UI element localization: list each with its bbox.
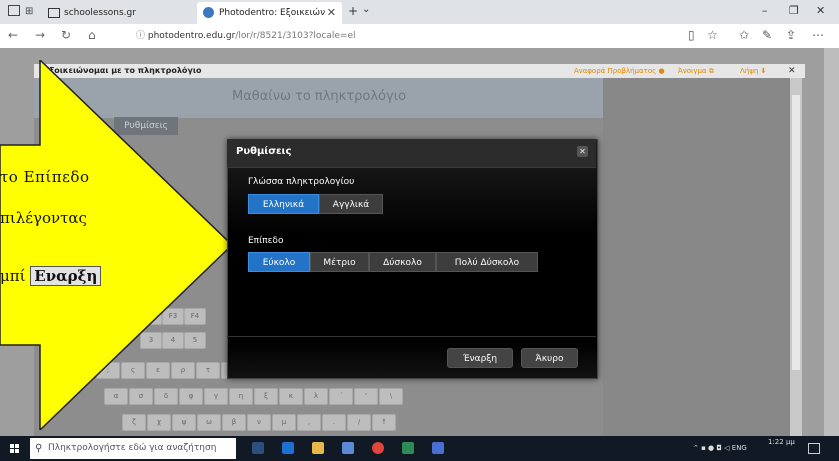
dialog-divider (227, 336, 596, 337)
report-problem-link[interactable]: Αναφορά Προβλήματος ● (574, 64, 665, 78)
download-link[interactable]: Λήψη ⬇ (740, 64, 766, 78)
cancel-button[interactable]: Άκυρο (521, 348, 578, 368)
keyboard-key: ↑ (372, 414, 396, 431)
clock[interactable]: 1:22 μμ (768, 437, 795, 448)
reading-view-icon[interactable]: ▯ (688, 28, 695, 42)
forward-icon[interactable]: → (35, 28, 45, 42)
right-pane (603, 78, 790, 436)
favorites-icon[interactable]: ✩ (739, 28, 749, 42)
keyboard-key: , (297, 414, 321, 431)
new-tab-icon[interactable]: + (348, 4, 358, 18)
chrome-icon[interactable] (372, 442, 384, 454)
level-easy-button[interactable]: Εύκολο (248, 252, 310, 272)
site-favicon-icon (203, 7, 214, 18)
close-app-icon[interactable]: ✕ (788, 64, 796, 78)
tab-photodentro[interactable]: Photodentro: Εξοικειών ✕ (197, 2, 342, 24)
level-very-hard-button[interactable]: Πολύ Δύσκολο (436, 252, 538, 272)
page-icon (48, 8, 60, 18)
url-host: photodentro.edu.gr (147, 31, 236, 41)
report-label: Αναφορά Προβλήματος (574, 67, 657, 75)
chevron-down-icon[interactable]: ⌄ (362, 4, 370, 15)
start-button[interactable]: Έναρξη (447, 348, 513, 368)
callout-highlight: Εναρξη (30, 266, 102, 286)
home-icon[interactable]: ⌂ (88, 28, 96, 42)
store-icon[interactable] (342, 442, 354, 454)
excel-icon[interactable] (402, 442, 414, 454)
language-indicator: ENG (731, 444, 747, 452)
system-tray[interactable]: ⌃ ▪ ● ◘ ◁ ENG (693, 436, 747, 461)
language-greek-button[interactable]: Ελληνικά (248, 194, 319, 214)
back-icon[interactable]: ← (8, 28, 18, 42)
file-explorer-icon[interactable] (312, 442, 324, 454)
close-icon[interactable]: ✕ (577, 146, 588, 157)
tab-schoolessons[interactable]: schoolessons.gr (42, 2, 195, 24)
level-hard-button[interactable]: Δύσκολο (369, 252, 436, 272)
open-label: Άνοιγμα (678, 67, 707, 75)
windows-start-icon[interactable] (10, 444, 20, 454)
share-icon[interactable]: ⇪ (786, 28, 796, 42)
taskbar-search-input[interactable]: ⚲ Πληκτρολογήστε εδώ για αναζήτηση (30, 438, 236, 459)
tab-actions-icon[interactable] (8, 5, 20, 16)
callout-text-line1: το Επίπεδο (0, 168, 90, 186)
notes-icon[interactable]: ✎ (762, 28, 772, 42)
favorite-star-icon[interactable]: ☆ (707, 28, 718, 42)
comment-icon: ● (658, 67, 665, 75)
photos-icon[interactable] (432, 442, 444, 454)
language-english-button[interactable]: Αγγλικά (319, 194, 383, 214)
open-link[interactable]: Άνοιγμα ⧉ (678, 64, 714, 78)
more-icon[interactable]: ⋯ (812, 28, 824, 42)
keyboard-key: / (347, 414, 371, 431)
callout-text-line3: μπί Εναρξη (0, 266, 102, 286)
page-scrollbar[interactable] (824, 48, 839, 436)
tab-label: Photodentro: Εξοικειών (219, 8, 326, 18)
tab-list-icon[interactable]: ⊞ (25, 6, 33, 17)
notifications-icon[interactable] (808, 443, 820, 454)
settings-dialog-title: Ρυθμίσεις (236, 146, 292, 157)
task-view-icon[interactable] (252, 442, 264, 454)
keyboard-key: λ (304, 388, 328, 405)
minimize-icon[interactable]: – (762, 4, 768, 17)
search-placeholder: Πληκτρολογήστε εδώ για αναζήτηση (48, 443, 217, 453)
level-medium-button[interactable]: Μέτριο (310, 252, 369, 272)
edge-browser-icon[interactable] (282, 442, 294, 454)
info-icon: ⓘ (136, 31, 146, 41)
callout-text-prefix: μπί (0, 267, 31, 285)
app-scrollbar-thumb[interactable] (792, 95, 800, 370)
close-tab-icon[interactable]: ✕ (327, 2, 336, 24)
restore-icon[interactable]: ❐ (789, 4, 799, 17)
close-window-icon[interactable]: ✕ (816, 4, 825, 17)
download-label: Λήψη (740, 67, 759, 75)
keyboard-key: . (322, 414, 346, 431)
keyboard-key: ' (354, 388, 378, 405)
url-path: /lor/r/8521/3103?locale=el (235, 31, 356, 41)
callout-text-line2: πιλέγοντας (0, 209, 87, 227)
refresh-icon[interactable]: ↻ (61, 28, 71, 42)
keyboard-key: ΄ (329, 388, 353, 405)
download-icon: ⬇ (760, 67, 767, 75)
language-label: Γλώσσα πληκτρολογίου (248, 177, 355, 187)
open-icon: ⧉ (708, 67, 714, 75)
search-icon: ⚲ (35, 443, 43, 454)
level-label: Επίπεδο (248, 236, 284, 246)
keyboard-key: \ (379, 388, 403, 405)
address-bar[interactable]: ⓘ photodentro.edu.gr/lor/r/8521/3103?loc… (136, 28, 616, 44)
tray-icons: ⌃ ▪ ● ◘ ◁ (693, 444, 732, 452)
tab-label: schoolessons.gr (64, 8, 136, 18)
